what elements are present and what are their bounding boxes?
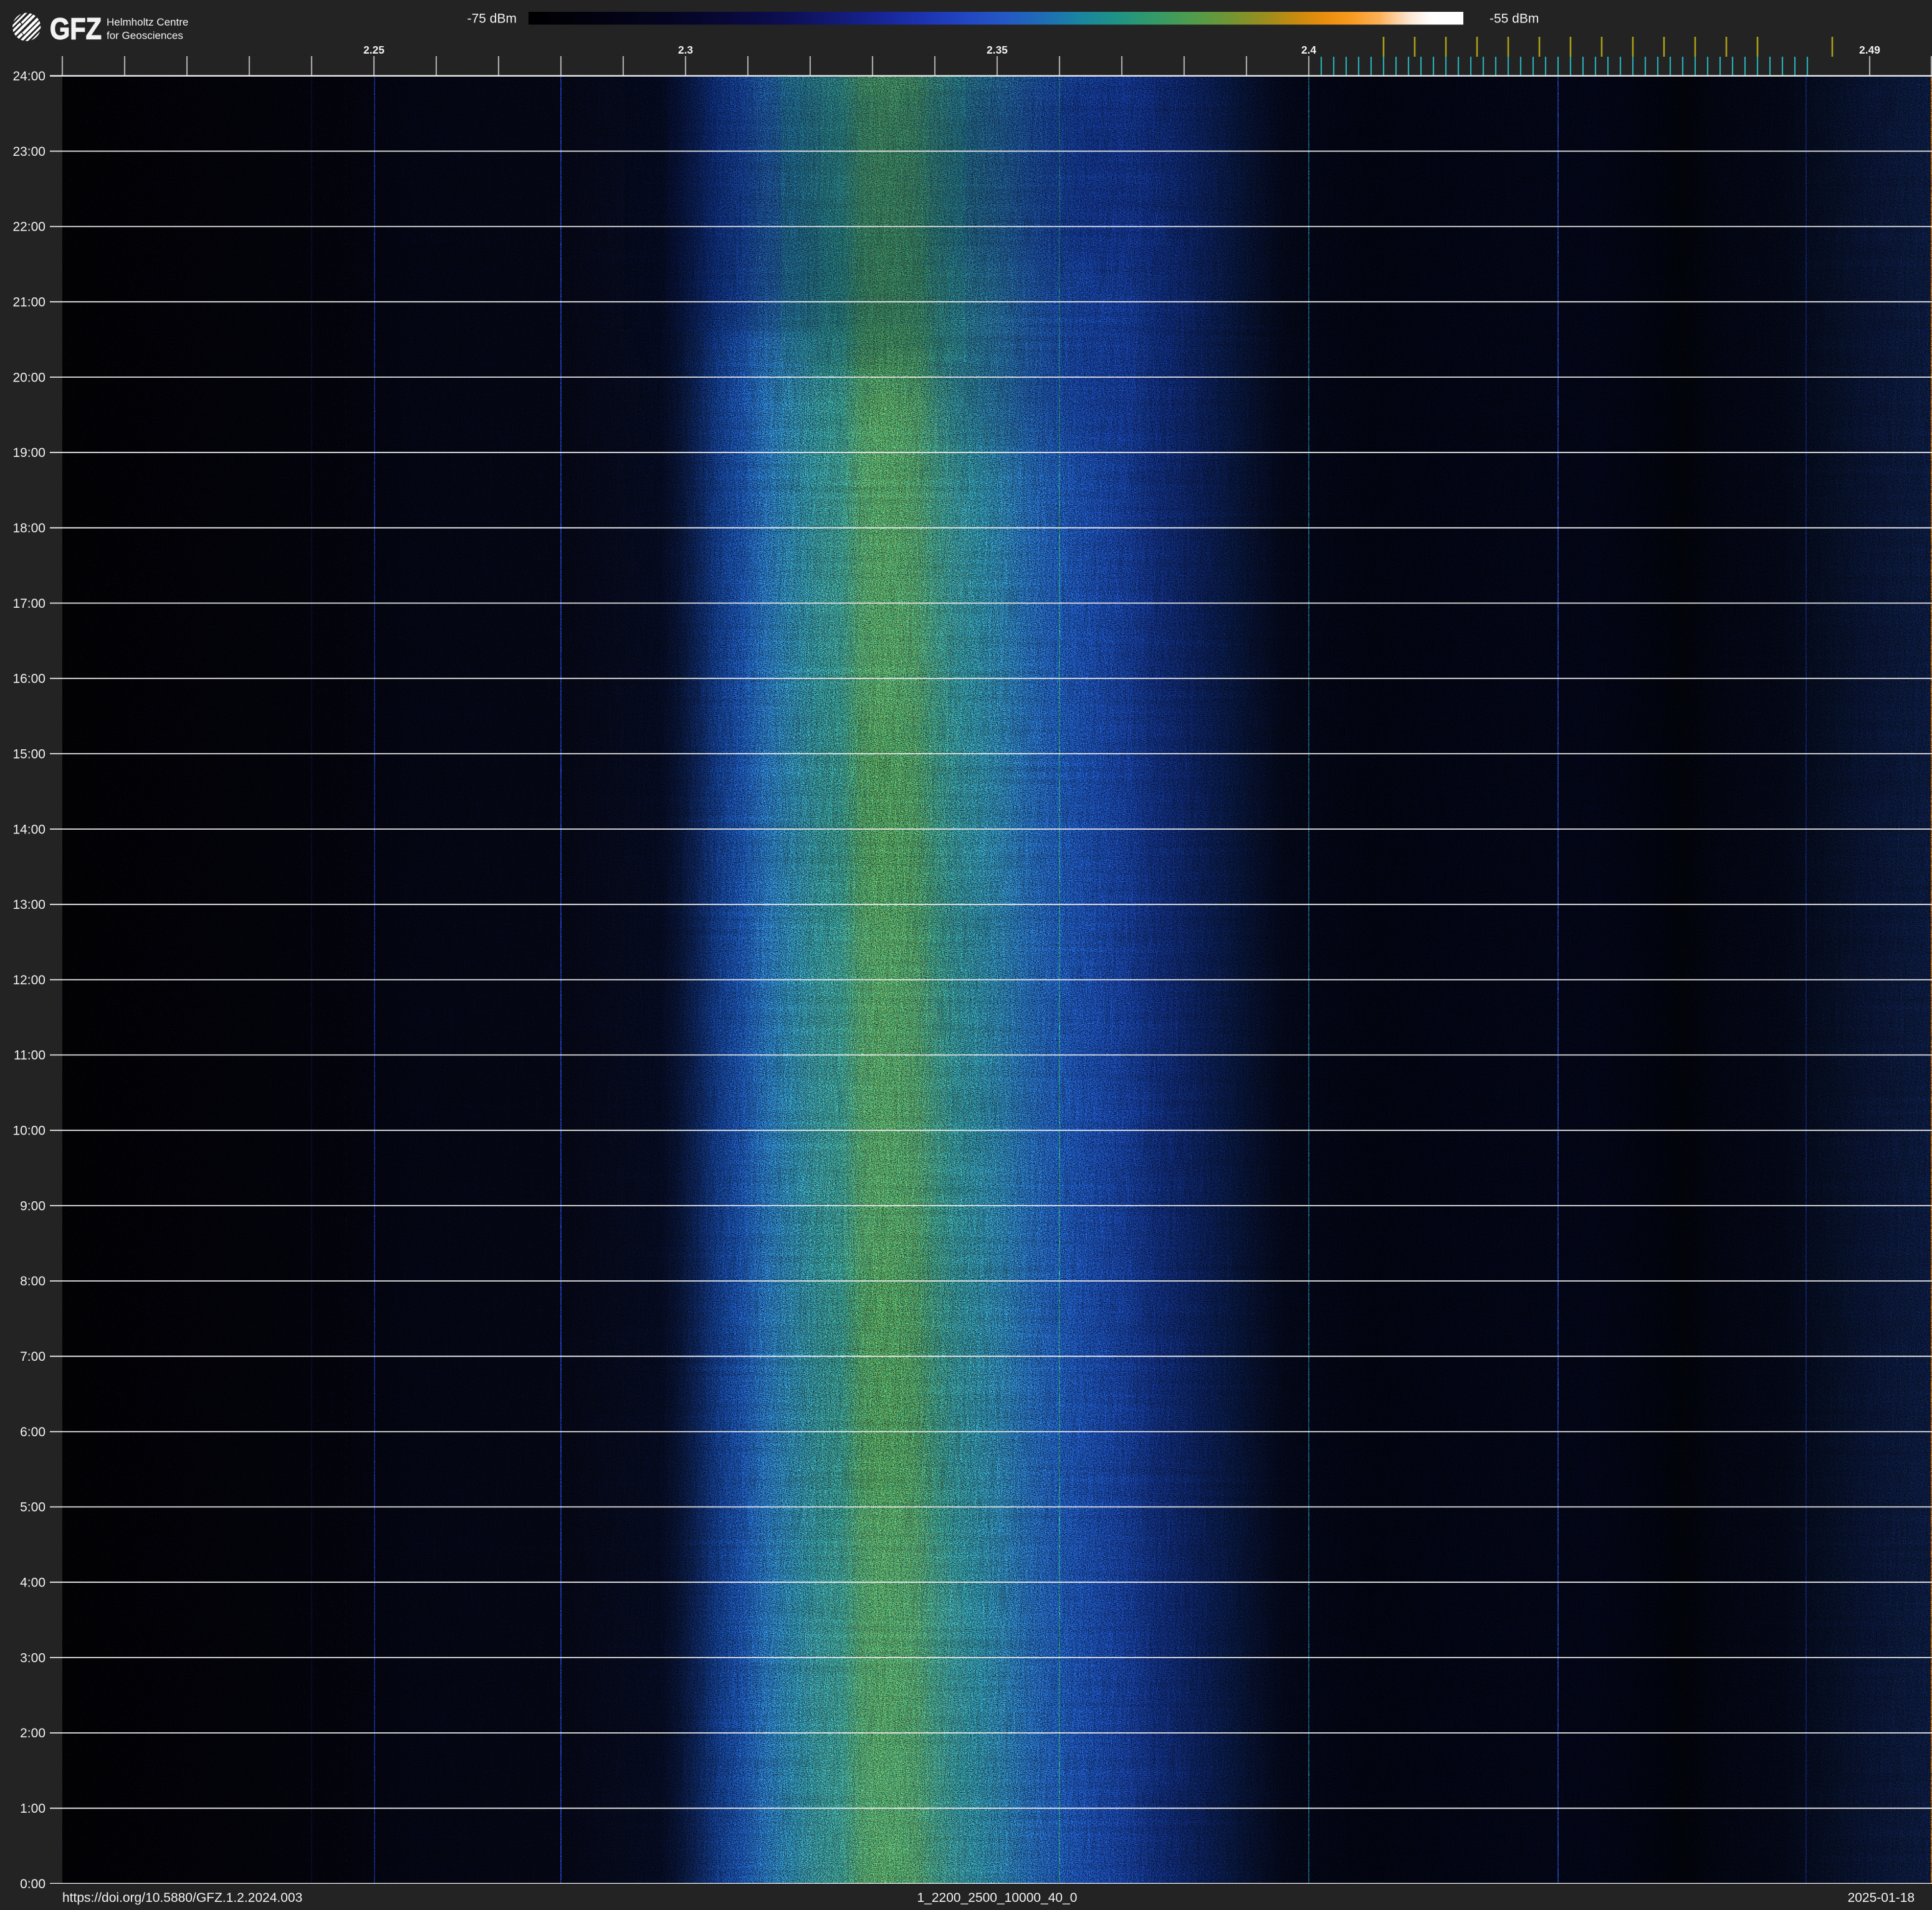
svg-text:-55 dBm: -55 dBm xyxy=(1490,12,1539,26)
svg-text:0:00: 0:00 xyxy=(20,1877,45,1891)
svg-text:2.3: 2.3 xyxy=(678,44,693,56)
svg-text:23:00: 23:00 xyxy=(12,145,45,159)
svg-text:Helmholtz Centre: Helmholtz Centre xyxy=(107,16,188,28)
svg-text:-75 dBm: -75 dBm xyxy=(467,12,517,26)
svg-text:19:00: 19:00 xyxy=(12,446,45,460)
svg-text:2.35: 2.35 xyxy=(987,44,1008,56)
svg-text:7:00: 7:00 xyxy=(20,1350,45,1364)
svg-text:9:00: 9:00 xyxy=(20,1199,45,1213)
svg-text:2:00: 2:00 xyxy=(20,1726,45,1740)
svg-text:2.25: 2.25 xyxy=(363,44,385,56)
svg-text:21:00: 21:00 xyxy=(12,295,45,310)
svg-text:3:00: 3:00 xyxy=(20,1651,45,1665)
svg-text:10:00: 10:00 xyxy=(12,1124,45,1138)
svg-text:5:00: 5:00 xyxy=(20,1500,45,1515)
svg-text:22:00: 22:00 xyxy=(12,220,45,234)
svg-text:24:00: 24:00 xyxy=(12,69,45,84)
svg-text:20:00: 20:00 xyxy=(12,370,45,385)
svg-text:6:00: 6:00 xyxy=(20,1425,45,1439)
svg-text:14:00: 14:00 xyxy=(12,822,45,837)
svg-text:2.4: 2.4 xyxy=(1301,44,1316,56)
svg-text:12:00: 12:00 xyxy=(12,973,45,987)
svg-text:13:00: 13:00 xyxy=(12,898,45,912)
svg-text:1_2200_2500_10000_40_0: 1_2200_2500_10000_40_0 xyxy=(917,1891,1078,1905)
svg-text:2025-01-18: 2025-01-18 xyxy=(1848,1891,1915,1905)
svg-text:11:00: 11:00 xyxy=(14,1049,45,1063)
svg-text:17:00: 17:00 xyxy=(12,597,45,611)
svg-text:8:00: 8:00 xyxy=(20,1274,45,1289)
svg-text:1:00: 1:00 xyxy=(20,1802,45,1816)
svg-text:16:00: 16:00 xyxy=(12,672,45,686)
svg-text:GFZ: GFZ xyxy=(50,12,102,46)
svg-text:15:00: 15:00 xyxy=(12,747,45,761)
svg-text:https://doi.org/10.5880/GFZ.1.: https://doi.org/10.5880/GFZ.1.2.2024.003 xyxy=(62,1891,302,1905)
svg-text:for Geosciences: for Geosciences xyxy=(107,30,183,42)
svg-text:2.49: 2.49 xyxy=(1859,44,1880,56)
svg-text:4:00: 4:00 xyxy=(20,1576,45,1590)
svg-text:18:00: 18:00 xyxy=(12,521,45,535)
